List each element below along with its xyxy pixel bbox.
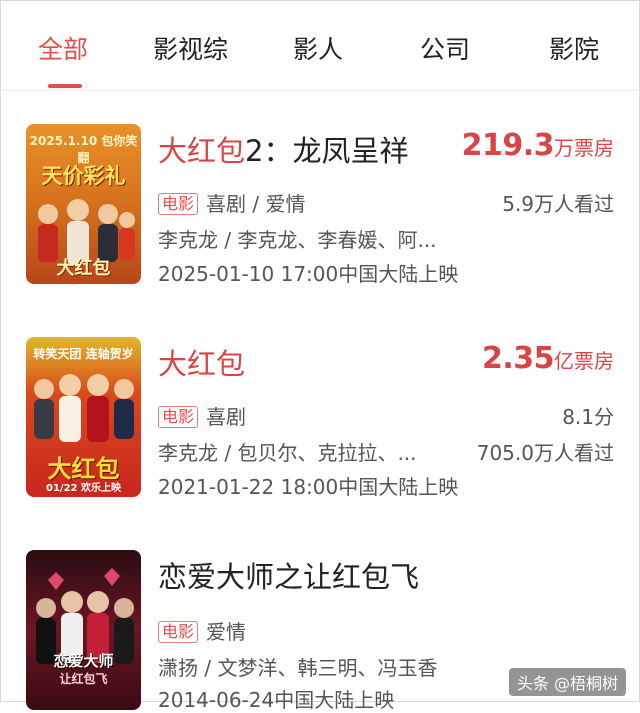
active-tab-indicator bbox=[48, 84, 82, 88]
genre: 喜剧 bbox=[206, 405, 247, 429]
tab-cinemas[interactable]: 影院 bbox=[549, 30, 599, 66]
cast-list: 李克龙 / 李克龙、李春媛、阿... bbox=[158, 228, 437, 252]
cast-list: 李克龙 / 包贝尔、克拉拉、... bbox=[158, 441, 417, 465]
cast-list: 潇扬 / 文梦洋、韩三明、冯玉香 bbox=[158, 656, 438, 680]
tab-all[interactable]: 全部 bbox=[38, 30, 88, 66]
genre: 喜剧 / 爱情 bbox=[206, 192, 306, 216]
title-rest: 2：龙凤呈祥 bbox=[245, 134, 409, 168]
movie-title[interactable]: 恋爱大师之让红包飞 bbox=[158, 554, 419, 596]
title-rest: 恋爱大师之让红包飞 bbox=[158, 560, 420, 594]
release-info: 2025-01-10 17:00中国大陆上映 bbox=[158, 262, 459, 286]
poster-tagline: 转笑天团 连轴贺岁 bbox=[33, 347, 134, 361]
box-office-value: 2.35 bbox=[481, 341, 555, 376]
poster-title: 天价彩礼 bbox=[41, 164, 126, 188]
poster-release-date: 01/22 欢乐上映 bbox=[46, 483, 121, 494]
movie-poster[interactable]: 恋爱大师 让红包飞 bbox=[26, 550, 141, 710]
tab-people[interactable]: 影人 bbox=[293, 30, 343, 66]
release-info: 2014-06-24中国大陆上映 bbox=[158, 688, 395, 712]
genre-row: 电影 喜剧 / 爱情 bbox=[158, 188, 305, 217]
movie-poster[interactable]: 转笑天团 连轴贺岁 大红包 01/22 欢乐上映 bbox=[26, 337, 141, 497]
movie-title[interactable]: 大红包2：龙凤呈祥 bbox=[158, 128, 408, 170]
tab-companies[interactable]: 公司 bbox=[420, 30, 470, 66]
box-office: 2.35亿票房 bbox=[482, 341, 614, 376]
release-info: 2021-01-22 18:00中国大陆上映 bbox=[158, 475, 459, 499]
search-category-tabs: 全部 影视综 影人 公司 影院 bbox=[0, 0, 640, 91]
type-badge: 电影 bbox=[158, 621, 199, 643]
poster-figures-icon bbox=[34, 374, 134, 442]
poster-logo: 大红包 bbox=[56, 258, 111, 279]
genre-row: 电影 喜剧 bbox=[158, 401, 246, 430]
source-watermark: 头条 @梧桐树 bbox=[508, 668, 626, 696]
box-office-value: 219.3 bbox=[461, 128, 555, 163]
viewer-count: 705.0万人看过 bbox=[476, 441, 614, 465]
type-badge: 电影 bbox=[158, 193, 199, 215]
genre: 爱情 bbox=[206, 620, 247, 644]
poster-title: 恋爱大师 bbox=[53, 652, 114, 670]
box-office-unit: 万票房 bbox=[554, 136, 614, 160]
box-office: 219.3万票房 bbox=[462, 128, 614, 163]
title-keyword-highlight: 大红包 bbox=[158, 134, 246, 168]
result-item[interactable]: 2025.1.10 包你笑翻 天价彩礼 大红包 大红包2：龙凤呈祥 219.3万… bbox=[0, 124, 640, 304]
tab-film-tv-variety[interactable]: 影视综 bbox=[153, 30, 228, 66]
result-item[interactable]: 转笑天团 连轴贺岁 大红包 01/22 欢乐上映 大红包 2.35亿票房 电影喜… bbox=[0, 337, 640, 517]
movie-poster[interactable]: 2025.1.10 包你笑翻 天价彩礼 大红包 bbox=[26, 124, 141, 284]
movie-title[interactable]: 大红包 bbox=[158, 341, 245, 383]
genre-row: 电影 爱情 bbox=[158, 616, 246, 645]
poster-subtitle: 让红包飞 bbox=[59, 672, 108, 686]
type-badge: 电影 bbox=[158, 406, 199, 428]
viewer-count: 5.9万人看过 bbox=[502, 192, 614, 216]
title-keyword-highlight: 大红包 bbox=[158, 347, 246, 381]
box-office-unit: 亿票房 bbox=[554, 349, 614, 373]
rating-score: 8.1分 bbox=[562, 405, 614, 429]
